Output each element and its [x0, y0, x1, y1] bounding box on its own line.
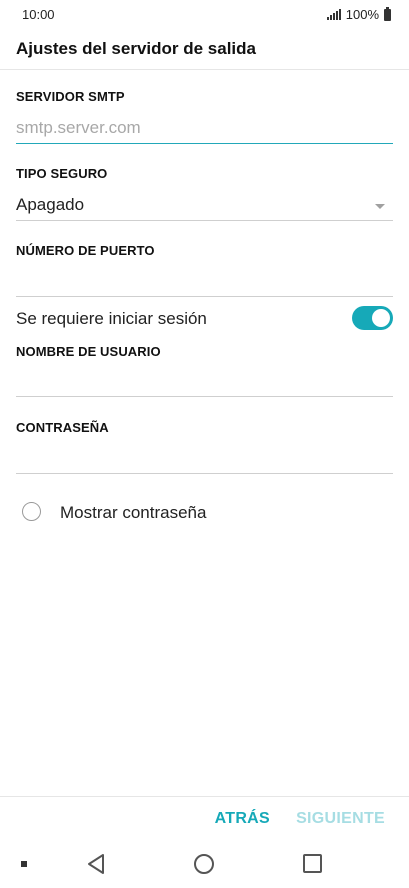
back-button[interactable]: ATRÁS — [215, 810, 270, 828]
toggle-knob — [372, 309, 390, 327]
nav-back-icon[interactable] — [86, 853, 106, 880]
show-password-label: Mostrar contraseña — [60, 503, 207, 522]
password-label: CONTRASEÑA — [16, 420, 109, 435]
security-type-label: TIPO SEGURO — [16, 166, 108, 181]
signal-icon — [326, 9, 341, 20]
dropdown-arrow-icon — [375, 204, 385, 209]
bottom-action-bar: ATRÁS SIGUIENTE — [0, 796, 409, 842]
status-time: 10:00 — [22, 7, 55, 22]
nav-home-icon[interactable] — [194, 854, 214, 874]
nav-recents-icon[interactable] — [303, 854, 322, 873]
smtp-server-input[interactable]: smtp.server.com — [16, 114, 393, 144]
security-type-value: Apagado — [16, 195, 85, 214]
status-indicators: 100% — [326, 6, 391, 22]
system-nav-bar — [0, 842, 409, 888]
status-bar: 10:00 100% — [0, 0, 409, 30]
nav-indicator-icon — [21, 861, 27, 867]
show-password-row[interactable]: Mostrar contraseña — [22, 500, 322, 524]
login-required-toggle[interactable] — [352, 306, 393, 330]
smtp-server-placeholder: smtp.server.com — [16, 118, 141, 137]
login-required-label: Se requiere iniciar sesión — [16, 309, 207, 328]
username-input[interactable] — [16, 367, 393, 397]
port-number-label: NÚMERO DE PUERTO — [16, 243, 155, 258]
next-button[interactable]: SIGUIENTE — [296, 810, 385, 828]
show-password-radio[interactable] — [22, 502, 41, 521]
battery-percentage: 100% — [345, 7, 379, 22]
port-number-input[interactable] — [16, 267, 393, 297]
security-type-dropdown[interactable]: Apagado — [16, 191, 393, 221]
page-title: Ajustes del servidor de salida — [16, 39, 256, 58]
header: Ajustes del servidor de salida — [0, 30, 409, 70]
password-input[interactable] — [16, 444, 393, 474]
battery-icon — [384, 6, 391, 21]
smtp-server-label: SERVIDOR SMTP — [16, 89, 125, 104]
username-label: NOMBRE DE USUARIO — [16, 344, 161, 359]
login-required-row: Se requiere iniciar sesión — [16, 306, 393, 332]
